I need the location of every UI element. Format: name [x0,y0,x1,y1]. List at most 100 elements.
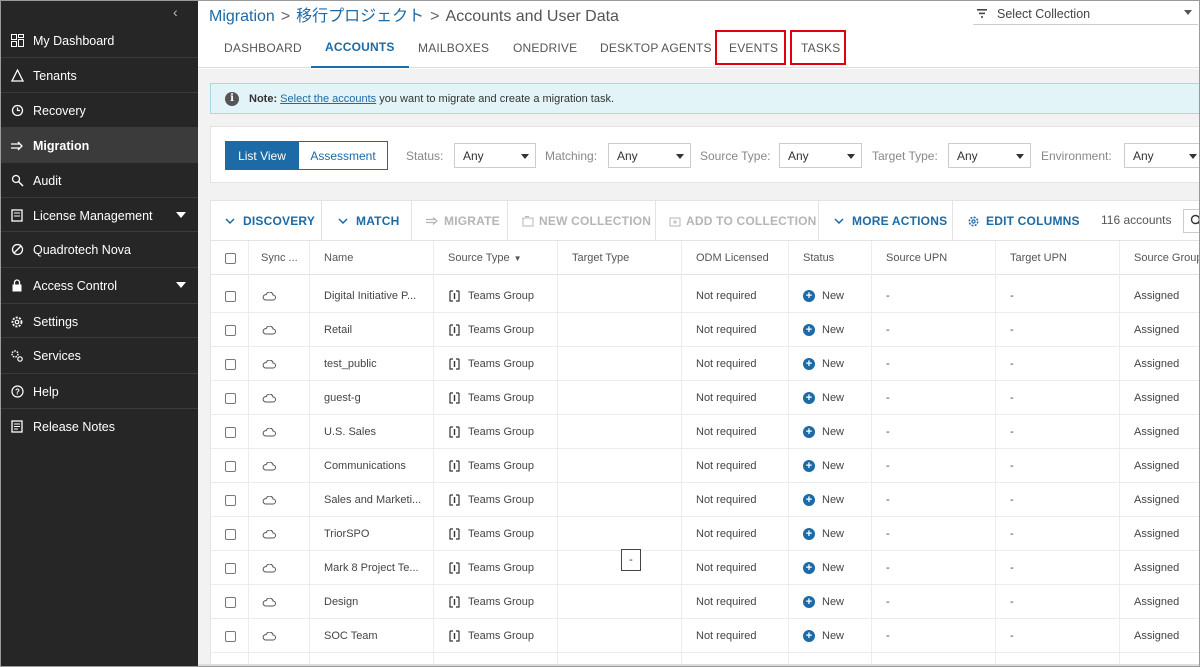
main-content: i Note: Select the accounts you want to … [198,69,1199,666]
table-row[interactable]: guest-g Teams Group Not required + New - - Assi… [211,381,1199,415]
cell-target-upn: - [1010,279,1014,313]
column-header-status[interactable]: Status [803,241,834,275]
table-row[interactable]: Mark 8 Project Te... Teams Group Not requi… [211,551,1199,585]
cell-source-type-text: Teams Group [468,562,535,574]
column-header-target-upn[interactable]: Target UPN [1010,241,1067,275]
new-collection-button[interactable]: NEW COLLECTION [522,201,651,241]
tab-bar: DASHBOARD ACCOUNTS MAILBOXES ONEDRIVE DE… [198,28,1199,68]
row-checkbox[interactable] [225,619,236,653]
checkbox-box [225,426,236,438]
row-checkbox[interactable] [225,381,236,415]
cell-target-upn: - [1010,313,1014,347]
cell-odm-licensed-text: Not required [696,460,757,472]
table-row[interactable]: test_public Teams Group Not required + New - -… [211,347,1199,381]
row-checkbox[interactable] [225,585,236,619]
edit-columns-button[interactable]: EDIT COLUMNS [967,201,1080,241]
row-checkbox[interactable] [225,347,236,381]
cell-source-type-text: Teams Group [468,358,535,370]
matching-filter-select[interactable]: Any [608,143,691,168]
column-header-source-type[interactable]: Source Type ▼ [448,241,521,275]
table-row[interactable]: Digital Initiative P... Teams Group Not re… [211,279,1199,313]
row-checkbox[interactable] [225,449,236,483]
tab-dashboard[interactable]: DASHBOARD [224,28,302,68]
table-row[interactable]: U.S. Sales Teams Group Not required + New - - A… [211,415,1199,449]
sidebar-item-help[interactable]: ? Help [1,374,198,409]
cell-status: + New [803,381,844,415]
row-checkbox[interactable] [225,483,236,517]
sidebar-item-services[interactable]: Services [1,338,198,373]
checkbox-box [225,460,236,472]
tab-desktop-agents[interactable]: DESKTOP AGENTS [600,28,712,68]
tab-onedrive[interactable]: ONEDRIVE [513,28,577,68]
cell-target-upn-text: - [1010,324,1014,336]
migrate-arrow-icon [426,217,438,225]
row-checkbox[interactable] [225,517,236,551]
migrate-button[interactable]: MIGRATE [425,201,500,241]
collapse-sidebar-button[interactable]: ‹ [173,4,178,20]
breadcrumb-separator: > [280,8,291,25]
select-accounts-link[interactable]: Select the accounts [280,93,376,105]
plus-circle-icon: + [803,358,815,370]
environment-filter-select[interactable]: Any [1124,143,1199,168]
sidebar-item-audit[interactable]: Audit [1,163,198,198]
sidebar-item-label: Tenants [33,68,77,83]
column-header-name[interactable]: Name [324,241,353,275]
sidebar-item-release-notes[interactable]: Release Notes [1,409,198,444]
column-header-source-group[interactable]: Source Group [1134,241,1199,275]
sidebar-item-access-control[interactable]: Access Control [1,268,198,303]
sidebar-item-quadrotech-nova[interactable]: Quadrotech Nova [1,232,198,267]
breadcrumb-project-link[interactable]: 移行プロジェクト [296,8,424,25]
match-button[interactable]: MATCH [338,201,399,241]
filter-bar: List View Assessment Status: Any Matchin… [210,126,1199,183]
column-header-source-upn[interactable]: Source UPN [886,241,947,275]
cell-source-group-text: Assigned [1134,290,1180,302]
cell-source-group-text: Assigned [1134,528,1180,540]
table-row[interactable]: Design Teams Group Not required + New - - Assig… [211,585,1199,619]
source-type-filter-select[interactable]: Any [779,143,862,168]
sidebar-item-tenants[interactable]: Tenants [1,58,198,93]
cell-target-upn-text: - [1010,426,1014,438]
table-row[interactable]: Communications Teams Group Not required + Ne… [211,449,1199,483]
select-all-checkbox[interactable] [225,241,236,275]
chevron-down-icon [834,218,844,224]
select-collection-dropdown[interactable]: Select Collection [973,3,1198,25]
row-checkbox[interactable] [225,551,236,585]
tab-accounts[interactable]: ACCOUNTS [311,28,409,68]
row-checkbox[interactable] [225,279,236,313]
migrate-label: MIGRATE [444,214,500,228]
cell-odm-licensed-text: Not required [696,596,757,608]
select-collection-label: Select Collection [997,6,1091,21]
target-type-filter-select[interactable]: Any [948,143,1031,168]
checkbox-box [225,562,236,574]
table-row[interactable]: SOC Team Teams Group Not required + New - - Ass… [211,619,1199,653]
teams-icon [448,392,461,404]
row-checkbox[interactable] [225,313,236,347]
cell-odm-licensed-text: Not required [696,562,757,574]
cell-source-type-text: Teams Group [468,528,535,540]
column-header-sync[interactable]: Sync ... [261,241,298,275]
more-actions-button[interactable]: MORE ACTIONS [834,201,947,241]
cell-name-text: U.S. Sales [324,426,376,438]
add-to-collection-button[interactable]: ADD TO COLLECTION [669,201,817,241]
toolbar-divider [818,201,819,241]
sidebar-item-recovery[interactable]: Recovery [1,93,198,128]
assessment-toggle[interactable]: Assessment [298,141,388,170]
breadcrumb: Migration > 移行プロジェクト > Accounts and User Dat… [209,2,619,26]
table-row[interactable]: Sales and Marketi... Teams Group Not requi… [211,483,1199,517]
cloud-icon [262,619,276,653]
table-row[interactable]: Retail Teams Group Not required + New - - Assig… [211,313,1199,347]
breadcrumb-migration-link[interactable]: Migration [209,8,275,25]
sidebar-item-my-dashboard[interactable]: My Dashboard [1,23,198,58]
list-view-toggle[interactable]: List View [225,141,299,170]
row-checkbox[interactable] [225,415,236,449]
column-header-odm-licensed[interactable]: ODM Licensed [696,241,769,275]
discovery-button[interactable]: DISCOVERY [225,201,315,241]
sidebar-item-migration[interactable]: Migration [1,128,198,163]
tab-mailboxes[interactable]: MAILBOXES [418,28,489,68]
status-filter-select[interactable]: Any [454,143,536,168]
search-button[interactable] [1183,209,1199,233]
sidebar-item-license-management[interactable]: License Management [1,198,198,233]
table-row[interactable]: TriorSPO Teams Group Not required + New - - Ass… [211,517,1199,551]
sidebar-item-settings[interactable]: Settings [1,304,198,339]
column-header-target-type[interactable]: Target Type [572,241,629,275]
